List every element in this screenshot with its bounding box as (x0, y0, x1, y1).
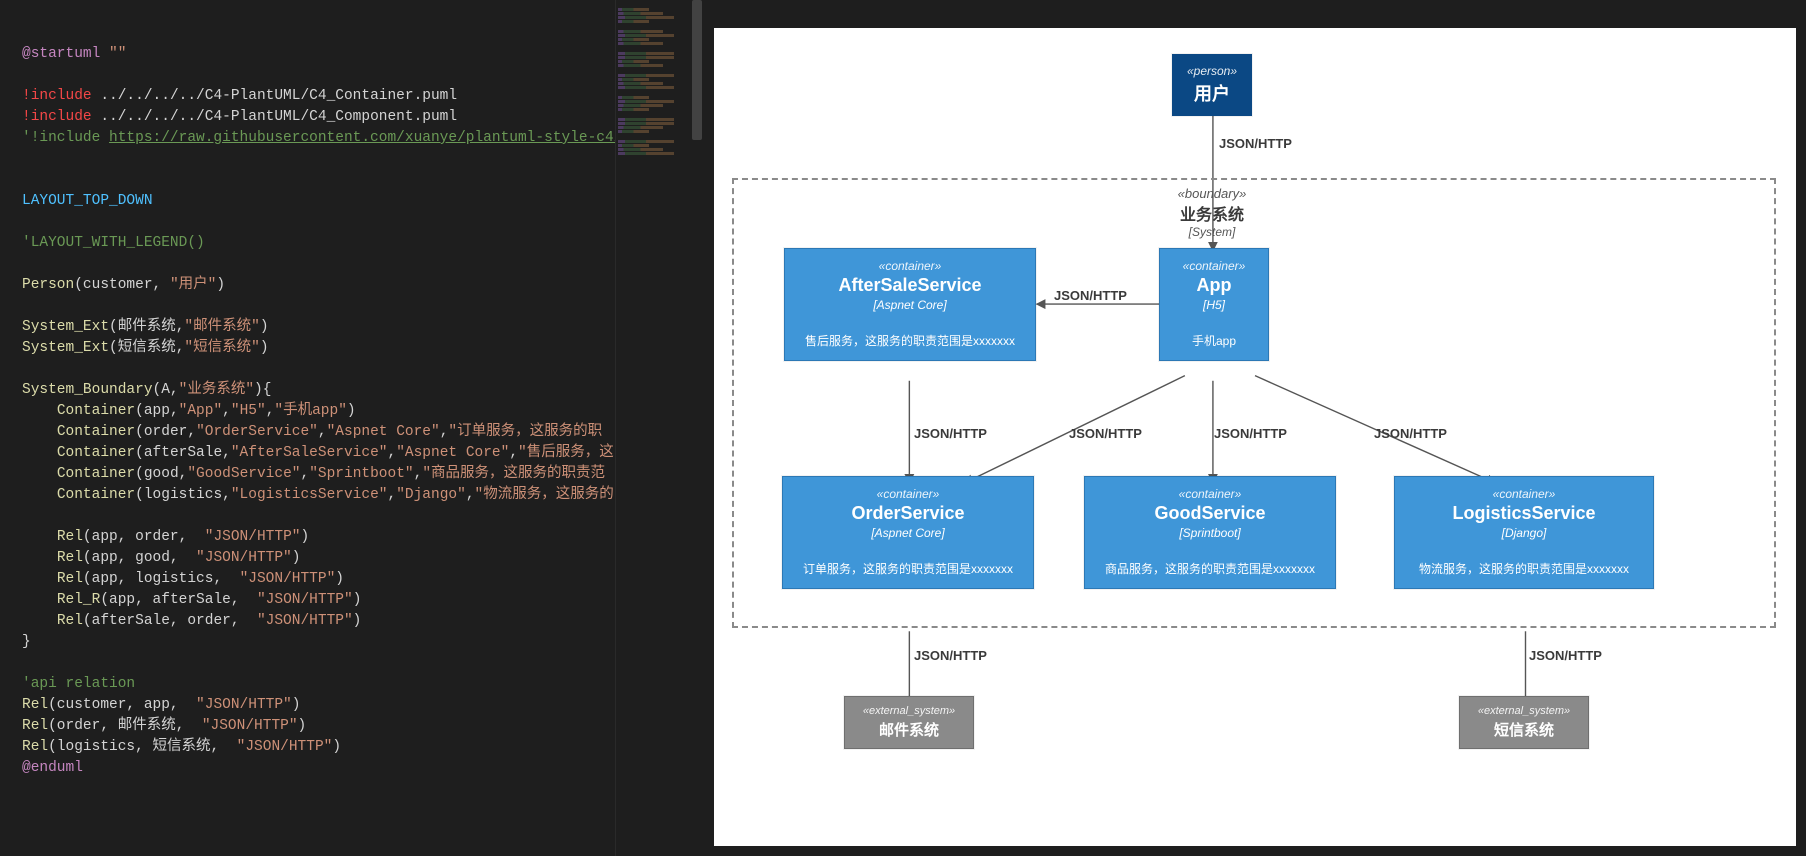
editor-scrollbar[interactable] (690, 0, 704, 856)
node-tech: [Aspnet Core] (797, 526, 1019, 540)
node-tech: [H5] (1174, 298, 1254, 312)
edge-label: JSON/HTTP (1054, 288, 1127, 303)
code-line[interactable]: System_Boundary(A,"业务系统"){ (22, 380, 690, 401)
code-line[interactable] (22, 254, 690, 275)
code-line[interactable]: !include ../../../../C4-PlantUML/C4_Comp… (22, 107, 690, 128)
code-line[interactable]: Rel(app, order, "JSON/HTTP") (22, 527, 690, 548)
node-tech: [Sprintboot] (1099, 526, 1321, 540)
code-line[interactable] (22, 359, 690, 380)
node-title: LogisticsService (1409, 503, 1639, 524)
code-line[interactable]: Container(logistics,"LogisticsService","… (22, 485, 690, 506)
code-line[interactable]: Rel(customer, app, "JSON/HTTP") (22, 695, 690, 716)
code-line[interactable]: @startuml "" (22, 44, 690, 65)
code-line[interactable]: @enduml (22, 758, 690, 779)
node-container-app: «container» App [H5] 手机app (1159, 248, 1269, 361)
code-line[interactable]: Rel(order, 邮件系统, "JSON/HTTP") (22, 716, 690, 737)
node-stereotype: «container» (1099, 487, 1321, 501)
code-line[interactable] (22, 296, 690, 317)
diagram-canvas[interactable]: «person» 用户 «boundary» 业务系统 [System] «co… (714, 28, 1796, 846)
code-line[interactable]: 'api relation (22, 674, 690, 695)
code-line[interactable]: Rel_R(app, afterSale, "JSON/HTTP") (22, 590, 690, 611)
node-title: 邮件系统 (855, 719, 963, 740)
diagram-preview-pane: «person» 用户 «boundary» 业务系统 [System] «co… (704, 0, 1806, 856)
node-container-aftersale: «container» AfterSaleService [Aspnet Cor… (784, 248, 1036, 361)
node-description: 售后服务，这服务的职责范围是xxxxxxx (799, 334, 1021, 350)
node-external-mail: «external_system» 邮件系统 (844, 696, 974, 749)
code-line[interactable]: 'LAYOUT_WITH_LEGEND() (22, 233, 690, 254)
code-line[interactable]: LAYOUT_TOP_DOWN (22, 191, 690, 212)
edge-label: JSON/HTTP (1529, 648, 1602, 663)
boundary-subtitle: [System] (1142, 225, 1282, 239)
boundary-stereotype: «boundary» (1142, 186, 1282, 201)
node-title: 短信系统 (1470, 719, 1578, 740)
node-stereotype: «person» (1186, 64, 1238, 78)
code-line[interactable] (22, 149, 690, 170)
code-line[interactable]: System_Ext(短信系统,"短信系统") (22, 338, 690, 359)
code-line[interactable]: System_Ext(邮件系统,"邮件系统") (22, 317, 690, 338)
node-stereotype: «container» (799, 259, 1021, 273)
code-line[interactable]: Container(order,"OrderService","Aspnet C… (22, 422, 690, 443)
node-stereotype: «container» (1174, 259, 1254, 273)
code-line[interactable]: Rel(app, good, "JSON/HTTP") (22, 548, 690, 569)
node-container-order: «container» OrderService [Aspnet Core] 订… (782, 476, 1034, 589)
node-stereotype: «container» (797, 487, 1019, 501)
node-tech: [Django] (1409, 526, 1639, 540)
code-line[interactable]: } (22, 632, 690, 653)
editor-minimap[interactable] (615, 0, 690, 856)
node-container-good: «container» GoodService [Sprintboot] 商品服… (1084, 476, 1336, 589)
edge-label: JSON/HTTP (1374, 426, 1447, 441)
code-line[interactable]: Rel(afterSale, order, "JSON/HTTP") (22, 611, 690, 632)
node-description: 订单服务，这服务的职责范围是xxxxxxx (797, 562, 1019, 578)
code-line[interactable] (22, 65, 690, 86)
code-line[interactable]: Person(customer, "用户") (22, 275, 690, 296)
node-container-logistics: «container» LogisticsService [Django] 物流… (1394, 476, 1654, 589)
node-stereotype: «container» (1409, 487, 1639, 501)
code-line[interactable]: Container(good,"GoodService","Sprintboot… (22, 464, 690, 485)
node-title: App (1174, 275, 1254, 296)
node-description: 手机app (1174, 334, 1254, 350)
edge-label: JSON/HTTP (1219, 136, 1292, 151)
node-stereotype: «external_system» (855, 705, 963, 717)
code-line[interactable] (22, 506, 690, 527)
code-line[interactable]: Container(afterSale,"AfterSaleService","… (22, 443, 690, 464)
code-line[interactable]: '!include https://raw.githubusercontent.… (22, 128, 690, 149)
node-description: 物流服务，这服务的职责范围是xxxxxxx (1409, 562, 1639, 578)
boundary-title: 业务系统 (1142, 201, 1282, 225)
boundary-label: «boundary» 业务系统 [System] (1142, 186, 1282, 239)
code-line[interactable]: Rel(app, logistics, "JSON/HTTP") (22, 569, 690, 590)
code-line[interactable] (22, 212, 690, 233)
node-tech: [Aspnet Core] (799, 298, 1021, 312)
code-line[interactable] (22, 170, 690, 191)
code-line[interactable]: Container(app,"App","H5","手机app") (22, 401, 690, 422)
node-external-sms: «external_system» 短信系统 (1459, 696, 1589, 749)
node-stereotype: «external_system» (1470, 705, 1578, 717)
node-title: AfterSaleService (799, 275, 1021, 296)
node-title: 用户 (1186, 80, 1238, 106)
node-description: 商品服务，这服务的职责范围是xxxxxxx (1099, 562, 1321, 578)
node-title: GoodService (1099, 503, 1321, 524)
edge-label: JSON/HTTP (914, 426, 987, 441)
edge-label: JSON/HTTP (914, 648, 987, 663)
code-line[interactable]: Rel(logistics, 短信系统, "JSON/HTTP") (22, 737, 690, 758)
node-title: OrderService (797, 503, 1019, 524)
code-line[interactable] (22, 653, 690, 674)
edge-label: JSON/HTTP (1214, 426, 1287, 441)
edge-label: JSON/HTTP (1069, 426, 1142, 441)
code-line[interactable]: !include ../../../../C4-PlantUML/C4_Cont… (22, 86, 690, 107)
code-editor[interactable]: @startuml "" !include ../../../../C4-Pla… (0, 0, 690, 856)
node-person-user: «person» 用户 (1172, 54, 1252, 116)
